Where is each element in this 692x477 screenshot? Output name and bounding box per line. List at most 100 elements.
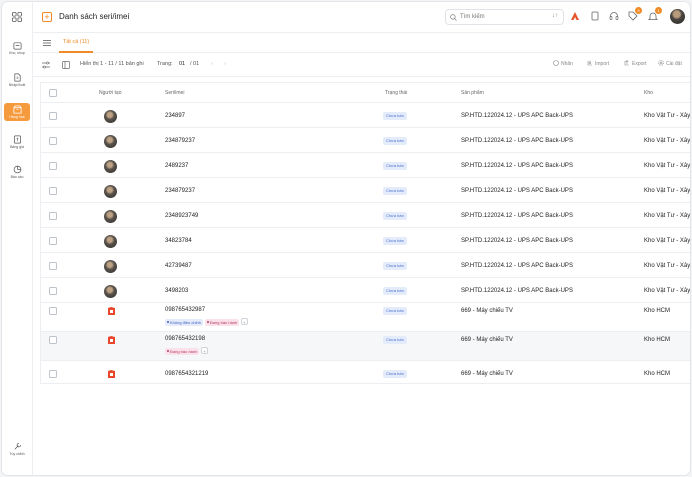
col-warehouse: Kho [644, 90, 653, 96]
row-checkbox[interactable] [49, 237, 57, 245]
select-all-checkbox[interactable] [49, 89, 57, 97]
row-checkbox[interactable] [49, 112, 57, 120]
sort-icon[interactable]: ↓↑ [552, 13, 558, 19]
product-value: SP.HTD.122024.12 - UPS APC Back-UPS [461, 237, 573, 244]
row-checkbox[interactable] [49, 212, 57, 220]
apps-grid-icon[interactable] [12, 12, 22, 22]
table-row[interactable]: 234879237 Chưa bán SP.HTD.122024.12 - UPS … [41, 128, 691, 153]
serial-value[interactable]: 2348923749 [165, 213, 198, 219]
label-button[interactable]: Nhãn [553, 60, 573, 67]
table-row[interactable]: 2348923749 Chưa bán SP.HTD.122024.12 - UPS… [41, 203, 690, 228]
export-button[interactable]: Export [624, 60, 646, 67]
user-avatar[interactable] [670, 9, 685, 24]
status-badge: Chưa bán [383, 112, 407, 120]
brand-logo-icon[interactable] [570, 11, 580, 21]
row-checkbox[interactable] [49, 370, 57, 378]
menu-icon[interactable] [43, 40, 51, 46]
serial-value[interactable]: 098765432198 [165, 336, 205, 342]
nav-item-customize[interactable]: Tùy chỉnh [4, 442, 30, 456]
product-value: SP.HTD.122024.12 - UPS APC Back-UPS [461, 112, 573, 119]
serial-value[interactable]: 3498203 [165, 288, 188, 294]
tag-dot-icon [206, 321, 209, 323]
status-badge: Chưa bán [383, 137, 407, 145]
left-rail: Kho, shop Nhập/Xuất Hàng hóa Bảng giá Bá… [2, 2, 33, 475]
wrench-icon [14, 442, 21, 450]
row-checkbox[interactable] [49, 162, 57, 170]
goods-icon [12, 105, 22, 114]
nav-item-goods[interactable]: Hàng hóa [4, 103, 30, 121]
row-checkbox[interactable] [49, 336, 57, 344]
row-checkbox[interactable] [49, 307, 57, 315]
promo-button[interactable]: 9 [628, 7, 642, 21]
settings-button-text: Cài đặt [666, 61, 682, 67]
status-badge: Chưa bán [383, 237, 407, 245]
table-row[interactable]: 3498203 Chưa bán SP.HTD.122024.12 - UPS AP… [41, 278, 691, 303]
book-icon[interactable] [590, 11, 600, 21]
table-row[interactable]: 234897 Chưa bán SP.HTD.122024.12 - UPS APC… [41, 103, 690, 128]
tab-all[interactable]: Tất cả (11) [63, 39, 89, 45]
nav-item-price-list[interactable]: Bảng giá [4, 135, 30, 149]
import-export-icon [13, 73, 21, 82]
next-page-icon[interactable]: › [224, 61, 226, 67]
row-checkbox[interactable] [49, 287, 57, 295]
table-row[interactable]: 2489237 Chưa bán SP.HTD.122024.12 - UPS AP… [41, 153, 690, 178]
promo-badge: 9 [635, 7, 642, 14]
product-value: SP.HTD.122024.12 - UPS APC Back-UPS [461, 212, 573, 219]
status-badge: Chưa bán [383, 212, 407, 220]
serial-value[interactable]: 234879237 [165, 138, 195, 144]
serial-value[interactable]: 42739487 [165, 263, 192, 269]
table-row[interactable]: 098765432987 Không điều chỉnh Đang bảo hàn… [41, 303, 690, 332]
tag-dot-icon [167, 321, 169, 323]
status-badge: Chưa bán [383, 287, 407, 295]
import-icon [587, 60, 592, 66]
table-row[interactable]: 098765432198 Đang bảo hành + Chưa bán 669 - … [41, 332, 690, 361]
creator-avatar [104, 159, 117, 173]
serial-value[interactable]: 0987654321219 [165, 371, 208, 377]
page-total: / 01 [190, 61, 200, 67]
serial-value[interactable]: 34823784 [165, 238, 192, 244]
serial-value[interactable]: 098765432987 [165, 307, 205, 313]
notification-button[interactable]: 1 [648, 7, 662, 21]
product-value: SP.HTD.122024.12 - UPS APC Back-UPS [461, 262, 573, 269]
export-button-text: Export [632, 61, 647, 67]
product-value: 669 - Máy chiếu TV [461, 336, 513, 343]
table-row[interactable]: 34823784 Chưa bán SP.HTD.122024.12 - UPS A… [41, 228, 690, 253]
columns-icon[interactable] [62, 61, 70, 69]
serial-value[interactable]: 2489237 [165, 163, 188, 169]
table-row[interactable]: 0987654321219 Chưa bán 669 - Máy chiếu TV K… [41, 361, 690, 383]
row-checkbox[interactable] [49, 262, 57, 270]
nav-item-import-export[interactable]: Nhập/Xuất [4, 73, 30, 87]
col-status: Trạng thái [385, 90, 408, 96]
warehouse-value: Kho Vật Tư - Xây Dựng [644, 287, 691, 294]
table-row[interactable]: 42739487 Chưa bán SP.HTD.122024.12 - UPS A… [41, 253, 690, 278]
product-value: SP.HTD.122024.12 - UPS APC Back-UPS [461, 162, 573, 169]
nav-item-report[interactable]: Báo cáo [4, 165, 30, 179]
tabs-row: Tất cả (11) [33, 33, 690, 53]
nav-item-shop[interactable]: Kho, shop [4, 41, 30, 55]
serial-value[interactable]: 234897 [165, 113, 185, 119]
tag-badge[interactable]: Không điều chỉnh [165, 319, 203, 326]
serial-value[interactable]: 234879237 [165, 188, 195, 194]
report-icon [13, 165, 21, 174]
headset-icon[interactable] [609, 11, 619, 21]
tag-badge[interactable]: Đang bảo hành [204, 319, 240, 326]
tag-badge[interactable]: Đang bảo hành [165, 348, 200, 355]
table-row[interactable]: 234879237 Chưa bán SP.HTD.122024.12 - UPS … [41, 178, 691, 203]
prev-page-icon[interactable]: ‹ [211, 61, 213, 67]
settings-button[interactable]: Cài đặt [658, 60, 682, 67]
add-button[interactable]: + [42, 12, 52, 22]
row-checkbox[interactable] [49, 187, 57, 195]
row-checkbox[interactable] [49, 137, 57, 145]
warehouse-value: Kho Vật Tư - Xây Dựng [644, 137, 691, 144]
tag-list: Đang bảo hành + [165, 347, 210, 355]
search-input[interactable]: Tìm kiếm ↓↑ [445, 9, 564, 25]
filter-icon[interactable] [42, 61, 50, 69]
warehouse-value: Kho Vật Tư - Xây Dựng [644, 187, 691, 194]
creator-avatar [104, 209, 117, 223]
page-current[interactable]: 01 [179, 61, 185, 67]
import-button[interactable]: Import [587, 60, 609, 67]
add-tag-button[interactable]: + [201, 347, 208, 354]
add-tag-button[interactable]: + [241, 318, 248, 325]
page-label: Trang: [157, 61, 173, 67]
status-badge: Chưa bán [383, 336, 407, 344]
